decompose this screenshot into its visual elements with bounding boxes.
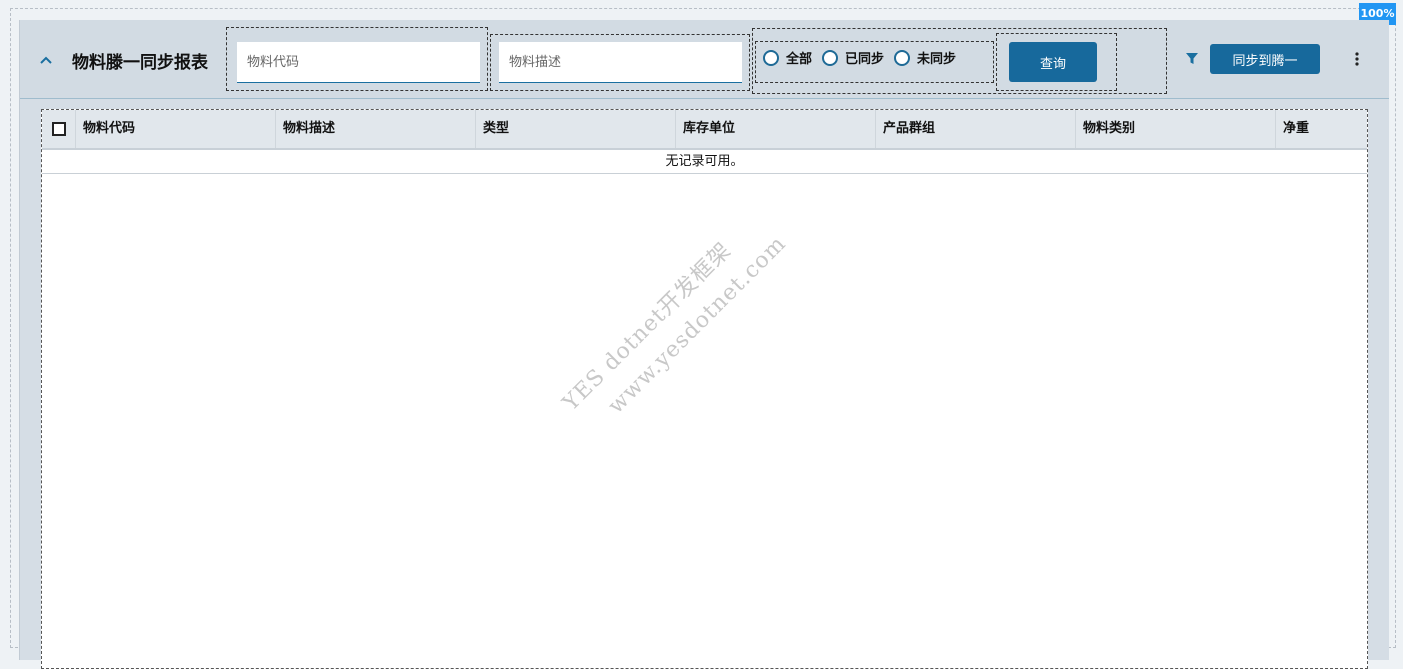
chevron-up-icon xyxy=(40,56,52,64)
material-grid: 物料代码 物料描述 类型 库存单位 产品群组 物料类别 净重 无记录可用。 xyxy=(41,109,1368,669)
empty-message: 无记录可用。 xyxy=(42,150,1367,174)
radio-unsynced-label: 未同步 xyxy=(917,52,957,67)
grid-header-row: 物料代码 物料描述 类型 库存单位 产品群组 物料类别 净重 xyxy=(42,110,1367,150)
column-header-material-desc[interactable]: 物料描述 xyxy=(276,110,476,148)
radio-unsynced-circle[interactable] xyxy=(894,49,911,66)
column-header-product-group[interactable]: 产品群组 xyxy=(876,110,1076,148)
select-all-checkbox[interactable] xyxy=(51,122,66,136)
radio-synced[interactable]: 已同步 xyxy=(822,48,884,67)
column-header-net-weight[interactable]: 净重 xyxy=(1276,110,1367,148)
column-header-material-category[interactable]: 物料类别 xyxy=(1076,110,1276,148)
more-options-button[interactable] xyxy=(1349,50,1365,68)
sync-status-radio-group: 全部 已同步 未同步 xyxy=(763,48,966,67)
report-panel: 物料滕一同步报表 全部 已同步 未同步 查询 xyxy=(19,20,1389,669)
filter-icon xyxy=(1186,53,1198,64)
select-all-cell xyxy=(42,110,76,148)
material-code-input[interactable] xyxy=(237,42,480,83)
more-vertical-icon xyxy=(1355,52,1359,66)
radio-all-circle[interactable] xyxy=(763,49,779,66)
radio-synced-label: 已同步 xyxy=(845,52,885,67)
radio-unsynced[interactable]: 未同步 xyxy=(894,48,956,67)
collapse-button[interactable] xyxy=(39,53,53,67)
report-header: 物料滕一同步报表 全部 已同步 未同步 查询 xyxy=(20,20,1389,99)
column-header-material-code[interactable]: 物料代码 xyxy=(76,110,276,148)
radio-all[interactable]: 全部 xyxy=(763,48,812,67)
material-desc-input[interactable] xyxy=(499,42,742,83)
column-header-stock-unit[interactable]: 库存单位 xyxy=(676,110,876,148)
radio-synced-circle[interactable] xyxy=(822,49,839,66)
page-title: 物料滕一同步报表 xyxy=(72,53,208,73)
column-header-type[interactable]: 类型 xyxy=(476,110,676,148)
sync-to-tengyi-button[interactable]: 同步到腾一 xyxy=(1210,44,1320,74)
filter-button[interactable] xyxy=(1184,51,1200,67)
radio-all-label: 全部 xyxy=(786,52,813,67)
query-button[interactable]: 查询 xyxy=(1009,42,1097,82)
